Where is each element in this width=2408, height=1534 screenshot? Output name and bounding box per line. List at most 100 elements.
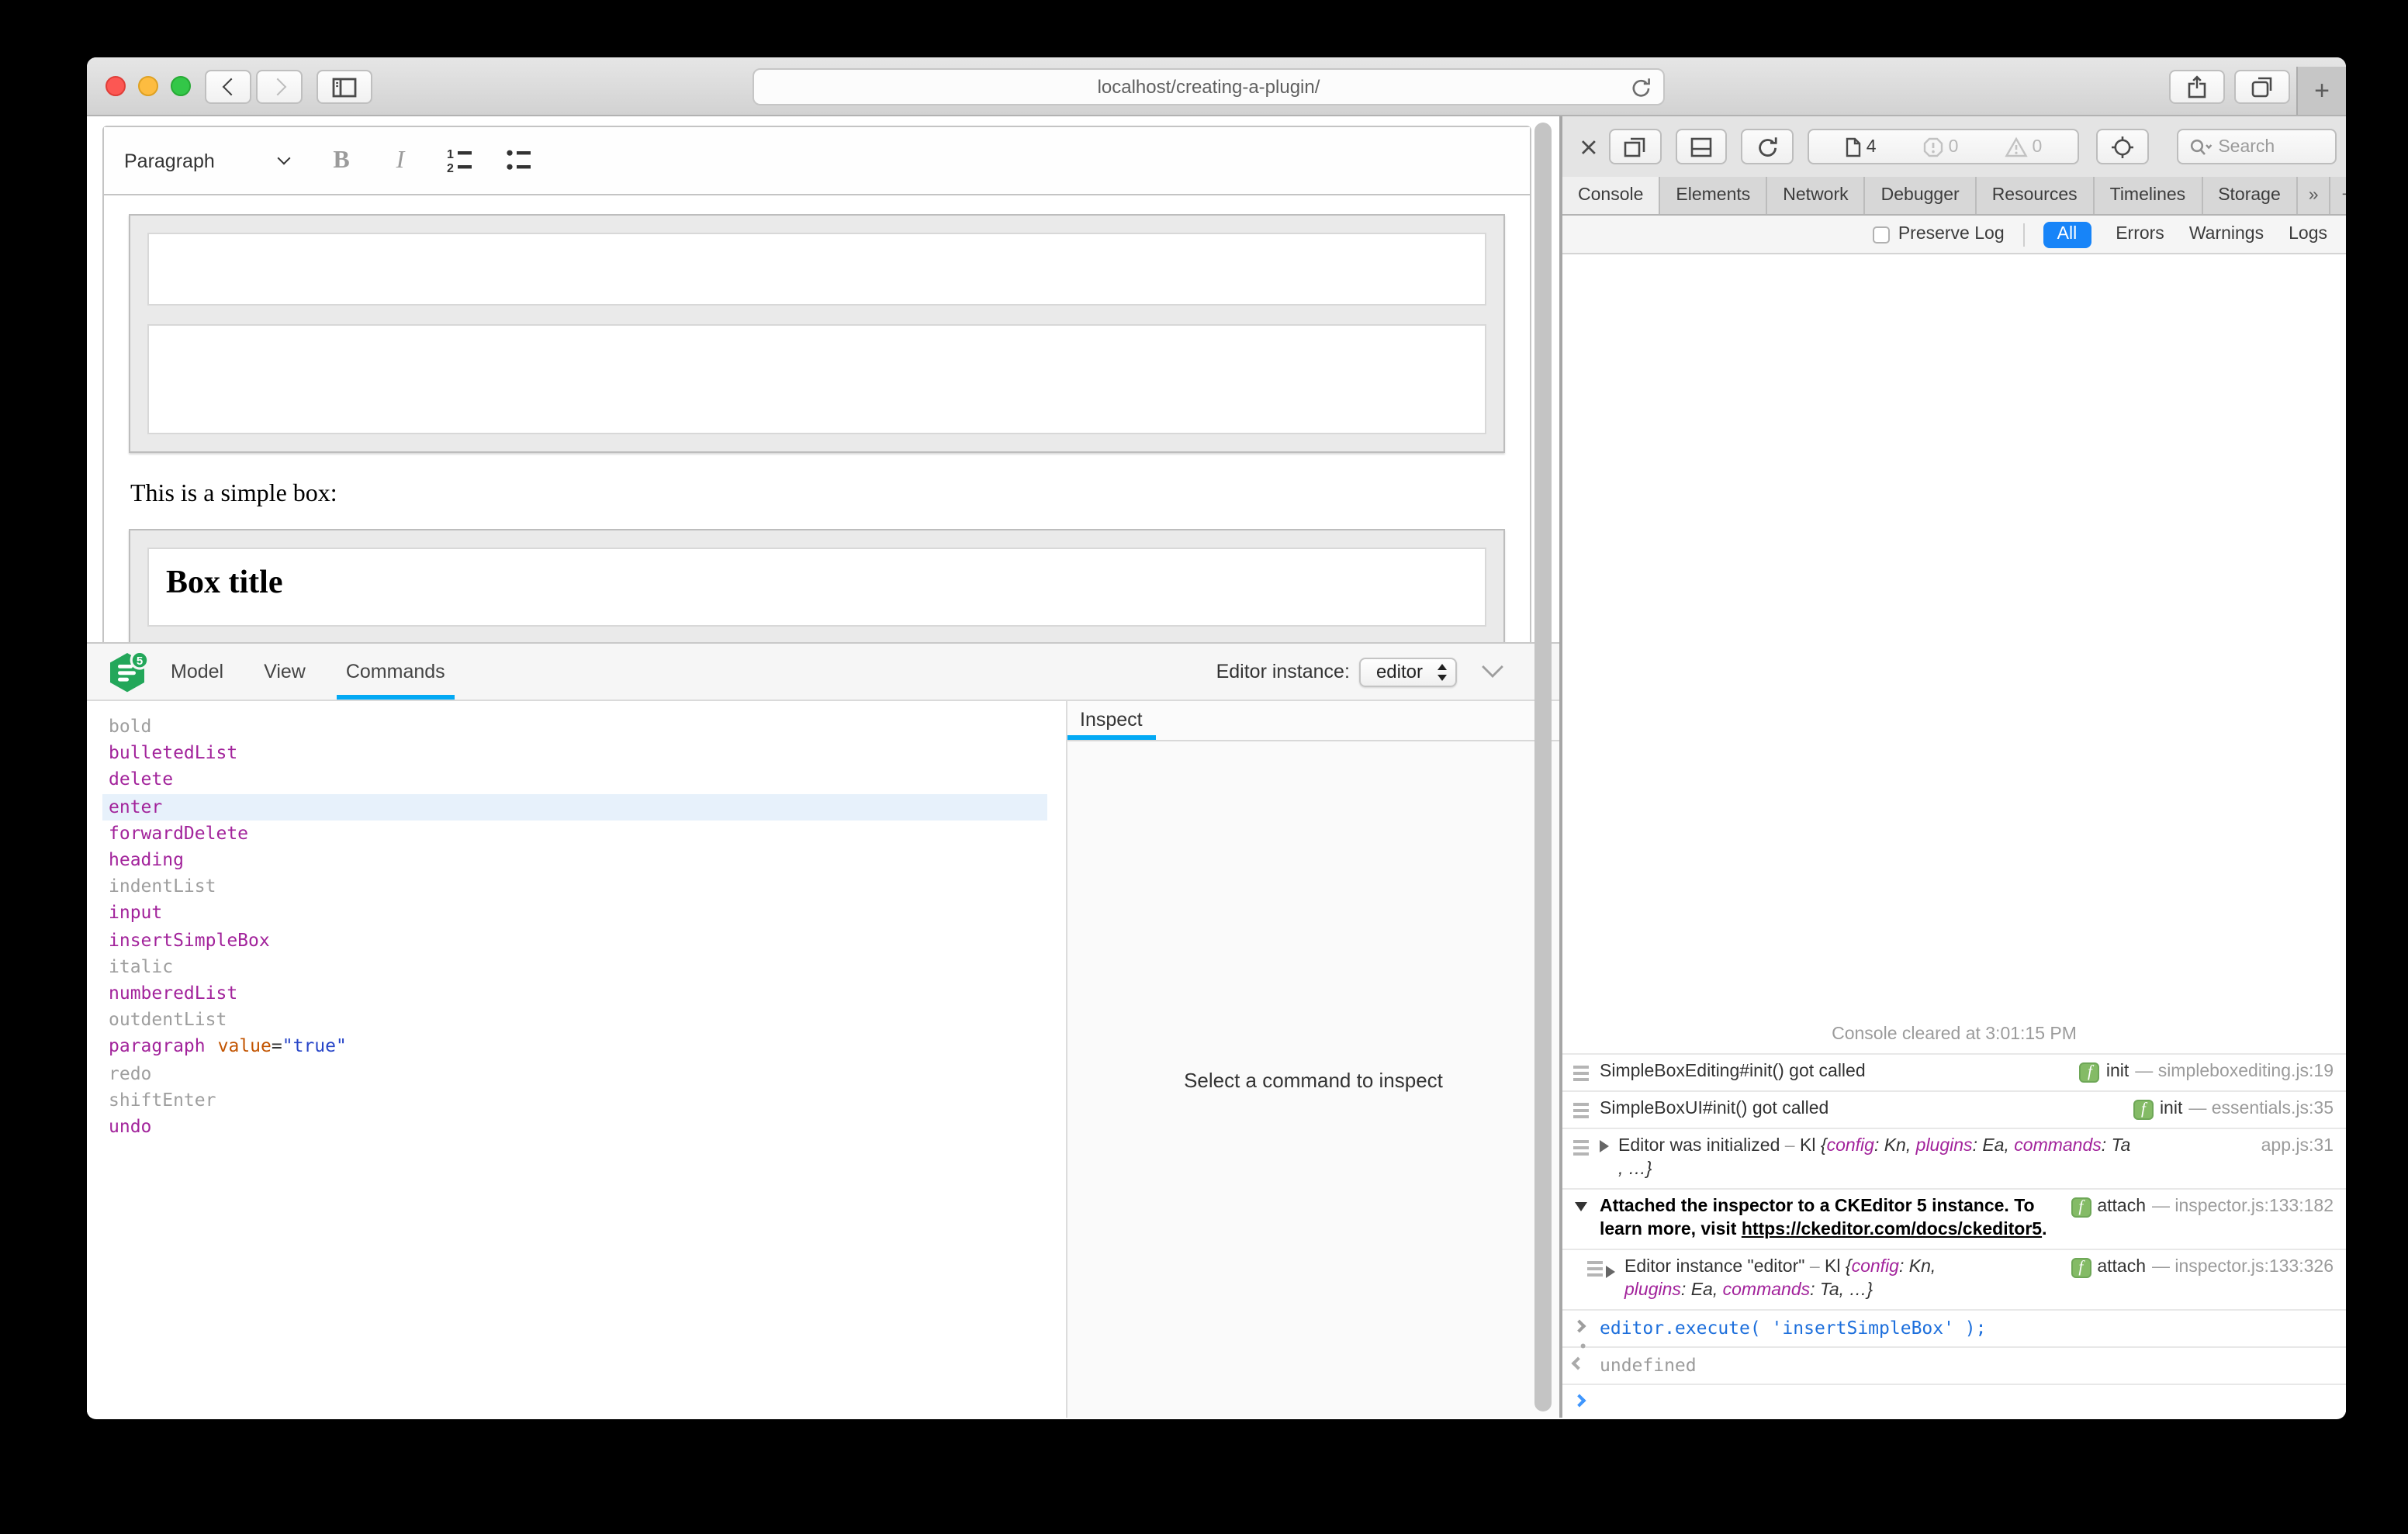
inspect-tab[interactable]: Inspect — [1080, 709, 1143, 731]
activity-summary[interactable]: 4 0 0 — [1808, 129, 2079, 164]
tab-elements[interactable]: Elements — [1660, 177, 1767, 214]
tab-timelines[interactable]: Timelines — [2095, 177, 2203, 214]
disclosure-triangle-icon[interactable] — [1600, 1140, 1609, 1152]
reload-button[interactable] — [1742, 129, 1794, 164]
inspector-tab-model[interactable]: Model — [171, 644, 223, 700]
log-source[interactable]: f init — simpleboxediting.js:19 — [2067, 1061, 2334, 1084]
tab-storage[interactable]: Storage — [2202, 177, 2298, 214]
command-item[interactable]: bulletedList — [102, 740, 1047, 766]
command-item[interactable]: input — [102, 900, 1047, 927]
ckeditor-logo: 5 — [106, 649, 149, 694]
command-item-selected[interactable]: enter — [102, 793, 1047, 820]
command-item[interactable]: delete — [102, 767, 1047, 793]
simple-box-widget-2[interactable]: Box title — [129, 529, 1505, 648]
simple-box-widget[interactable] — [129, 214, 1505, 453]
bold-button[interactable]: B — [317, 136, 366, 185]
command-item[interactable]: italic — [102, 954, 1047, 980]
traffic-light-close[interactable] — [106, 76, 126, 96]
add-tab-button[interactable]: + — [2331, 177, 2346, 214]
paragraph-text[interactable]: This is a simple box: — [130, 481, 1505, 509]
source-link[interactable]: app.js:31 — [2261, 1135, 2334, 1159]
preserve-log-checkbox[interactable] — [1873, 226, 1891, 243]
filter-errors[interactable]: Errors — [2116, 225, 2164, 244]
more-tabs-button[interactable]: » — [2298, 177, 2331, 214]
element-picker-button[interactable] — [2096, 129, 2149, 164]
simple-box-title-field-2[interactable]: Box title — [147, 548, 1486, 627]
new-tab-button[interactable]: + — [2296, 67, 2346, 115]
console-log-row-expanded[interactable]: Attached the inspector to a CKEditor 5 i… — [1562, 1188, 2346, 1249]
share-button[interactable] — [2169, 70, 2225, 104]
editor-instance-select[interactable]: editor — [1359, 657, 1457, 686]
disclosure-triangle-open-icon[interactable] — [1575, 1202, 1587, 1211]
tab-console[interactable]: Console — [1562, 177, 1660, 214]
command-item[interactable]: indentList — [102, 873, 1047, 900]
command-item[interactable]: paragraphvalue="true" — [102, 1034, 1047, 1060]
command-item[interactable]: redo — [102, 1060, 1047, 1087]
traffic-light-zoom[interactable] — [171, 76, 191, 96]
console-prompt[interactable] — [1562, 1384, 2346, 1418]
tab-overview-button[interactable] — [2234, 70, 2290, 104]
sidebar-button[interactable] — [317, 70, 372, 104]
simple-box-description-field[interactable] — [147, 324, 1486, 434]
log-source[interactable]: f init — essentials.js:35 — [2121, 1098, 2334, 1121]
warning-count: 0 — [2004, 136, 2042, 157]
reload-page-icon[interactable] — [1631, 76, 1652, 99]
command-item[interactable]: outdentList — [102, 1007, 1047, 1033]
tab-debugger[interactable]: Debugger — [1866, 177, 1977, 214]
detach-devtools-button[interactable] — [1609, 129, 1662, 164]
console-result-row[interactable]: undefined — [1562, 1346, 2346, 1384]
source-link[interactable]: inspector.js:133:326 — [2174, 1256, 2334, 1280]
console-log-row[interactable]: SimpleBoxUI#init() got called f init — e… — [1562, 1090, 2346, 1128]
source-link[interactable]: simpleboxediting.js:19 — [2158, 1061, 2334, 1084]
dock-bottom-button[interactable] — [1675, 129, 1728, 164]
command-item[interactable]: numberedList — [102, 980, 1047, 1007]
heading-dropdown-label: Paragraph — [124, 150, 279, 171]
command-attribute-value: "true" — [282, 1035, 347, 1057]
numbered-list-button[interactable]: 1 2 — [434, 136, 484, 185]
console-content[interactable]: Console cleared at 3:01:15 PM SimpleBoxE… — [1562, 254, 2346, 1418]
command-item[interactable]: undo — [102, 1114, 1047, 1140]
close-devtools-icon[interactable] — [1578, 136, 1600, 157]
traffic-light-minimize[interactable] — [138, 76, 158, 96]
bulleted-list-button[interactable] — [493, 136, 543, 185]
italic-button[interactable]: I — [375, 136, 425, 185]
back-button[interactable] — [205, 70, 251, 104]
tab-resources[interactable]: Resources — [1977, 177, 2095, 214]
command-item[interactable]: bold — [102, 713, 1047, 740]
simple-box-title-field[interactable] — [147, 233, 1486, 306]
safari-window: localhost/creating-a-plugin/ — [87, 57, 2346, 1419]
filter-all[interactable]: All — [2043, 221, 2091, 247]
command-item[interactable]: heading — [102, 847, 1047, 873]
console-log-row[interactable]: SimpleBoxEditing#init() got called f ini… — [1562, 1053, 2346, 1090]
source-link[interactable]: essentials.js:35 — [2212, 1098, 2334, 1121]
console-log-row[interactable]: Editor was initialized – Kl {config: Kn,… — [1562, 1128, 2346, 1188]
log-lines-icon — [1573, 1066, 1589, 1081]
bulleted-list-icon — [503, 146, 533, 175]
filter-logs[interactable]: Logs — [2289, 225, 2327, 244]
command-item[interactable]: insertSimpleBox — [102, 927, 1047, 953]
heading-dropdown[interactable]: Paragraph — [104, 127, 307, 194]
inspector-tab-view[interactable]: View — [264, 644, 306, 700]
new-tab-icon: + — [2314, 75, 2330, 106]
devtools-search-field[interactable]: Search — [2176, 129, 2337, 164]
log-source[interactable]: f attach — inspector.js:133:326 — [2058, 1256, 2334, 1280]
address-bar[interactable]: localhost/creating-a-plugin/ — [752, 68, 1665, 105]
page-scrollbar[interactable] — [1534, 123, 1552, 1411]
source-link[interactable]: inspector.js:133:182 — [2174, 1196, 2334, 1219]
console-cleared-message: Console cleared at 3:01:15 PM — [1562, 1016, 2346, 1053]
command-item[interactable]: shiftEnter — [102, 1087, 1047, 1114]
tab-network[interactable]: Network — [1767, 177, 1865, 214]
console-log-row-nested[interactable]: Editor instance "editor" – Kl {config: K… — [1562, 1249, 2346, 1309]
disclosure-triangle-icon[interactable] — [1606, 1266, 1615, 1278]
function-badge: f — [2080, 1062, 2100, 1082]
editor-content[interactable]: This is a simple box: Box title — [104, 195, 1530, 648]
forward-button[interactable] — [256, 70, 303, 104]
collapse-inspector-chevron-icon[interactable] — [1482, 656, 1503, 678]
inspector-tab-commands[interactable]: Commands — [346, 644, 445, 700]
console-input-echo-row[interactable]: editor.execute( 'insertSimpleBox' ); — [1562, 1309, 2346, 1346]
filter-warnings[interactable]: Warnings — [2189, 225, 2264, 244]
ckeditor-docs-link[interactable]: https://ckeditor.com/docs/ckeditor5 — [1742, 1221, 2042, 1239]
command-item[interactable]: forwardDelete — [102, 821, 1047, 847]
log-source[interactable]: f attach — inspector.js:133:182 — [2058, 1196, 2334, 1219]
numbered-list-icon: 1 2 — [445, 146, 474, 175]
